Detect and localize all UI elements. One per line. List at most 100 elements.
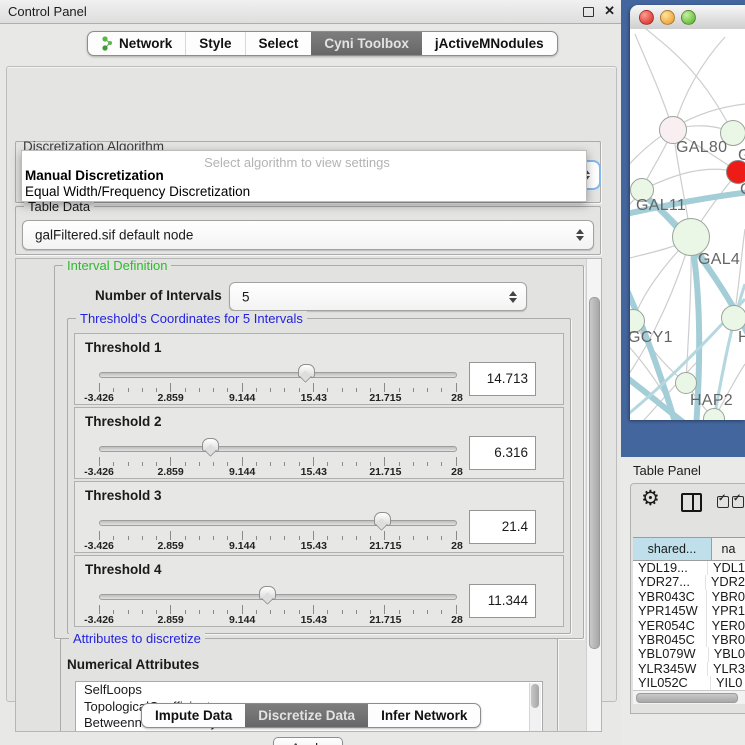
tick-mark <box>170 383 171 392</box>
slider-thumb[interactable] <box>259 586 276 600</box>
tab-impute-data[interactable]: Impute Data <box>142 704 245 727</box>
network-canvas[interactable]: GAL80 GA C GAL11 GAL4 GCY1 H HAP2 <box>630 29 745 420</box>
zoom-traffic-light-icon[interactable] <box>681 10 696 25</box>
slider-track[interactable] <box>99 446 457 452</box>
table-data-combobox[interactable]: galFiltered.sif default node <box>22 220 594 250</box>
tab-select[interactable]: Select <box>245 32 312 55</box>
option-equal-width-frequency[interactable]: Equal Width/Frequency Discretization <box>25 184 250 199</box>
minimize-traffic-light-icon[interactable] <box>660 10 675 25</box>
slider-ticks <box>99 457 457 466</box>
scrollbar-thumb[interactable] <box>636 693 738 703</box>
network-node[interactable] <box>721 305 745 331</box>
interval-definition-section: Interval Definition Number of Intervals … <box>54 265 584 639</box>
tick-mark <box>170 605 171 614</box>
tick-mark <box>384 457 385 466</box>
network-window: GAL80 GA C GAL11 GAL4 GCY1 H HAP2 <box>630 5 745 420</box>
node-label: GAL4 <box>698 251 740 269</box>
table-header: shared... na <box>633 538 745 561</box>
threshold-panel-1: Threshold 1 -3.4262.8599.14415.4321.7152… <box>74 333 564 405</box>
threshold-slider[interactable]: -3.4262.8599.14415.4321.71528 <box>99 516 457 550</box>
table-panel: Table Panel ⚙ shared... na YDL19...YDL1 … <box>621 457 745 745</box>
tick-mark <box>242 383 243 392</box>
slider-track[interactable] <box>99 372 457 378</box>
split-columns-icon[interactable] <box>681 493 702 512</box>
tab-infer-network[interactable]: Infer Network <box>368 704 480 727</box>
table-row[interactable]: YBR043CYBR0 <box>633 590 745 604</box>
gear-icon[interactable]: ⚙ <box>641 486 660 511</box>
scrollbar-thumb[interactable] <box>589 297 600 649</box>
table-row[interactable]: YER054CYER0 <box>633 619 745 633</box>
tick-mark <box>99 457 100 466</box>
network-window-titlebar[interactable] <box>630 5 745 30</box>
list-item[interactable]: SelfLoops <box>76 682 542 699</box>
tick-mark <box>313 383 314 392</box>
threshold-slider[interactable]: -3.4262.8599.14415.4321.71528 <box>99 442 457 476</box>
number-of-intervals-value: 5 <box>242 289 250 304</box>
algorithm-dropdown-popup: Select algorithm to view settings Manual… <box>21 150 587 202</box>
table-row[interactable]: YDR27...YDR2 <box>633 575 745 589</box>
threshold-label: Threshold 3 <box>85 488 162 503</box>
threshold-label: Threshold 2 <box>85 414 162 429</box>
slider-thumb[interactable] <box>298 364 315 378</box>
threshold-value-field[interactable]: 14.713 <box>469 362 536 396</box>
number-of-intervals-combobox[interactable]: 5 <box>229 282 527 311</box>
slider-ticks <box>99 383 457 392</box>
table-row[interactable]: YDL19...YDL1 <box>633 561 745 575</box>
threshold-slider[interactable]: -3.4262.8599.14415.4321.71528 <box>99 590 457 624</box>
panel-scrollbar[interactable] <box>586 259 601 731</box>
table-panel-box: ⚙ shared... na YDL19...YDL1 YDR27...YDR2… <box>630 483 745 714</box>
threshold-slider[interactable]: -3.4262.8599.14415.4321.71528 <box>99 368 457 402</box>
float-icon[interactable] <box>583 7 594 17</box>
tick-mark <box>99 383 100 392</box>
option-manual-discretization[interactable]: Manual Discretization <box>25 168 164 183</box>
thresholds-section-title: Threshold's Coordinates for 5 Intervals <box>76 311 307 326</box>
slider-scale: -3.4262.8599.14415.4321.71528 <box>99 466 457 478</box>
tab-cyni-toolbox[interactable]: Cyni Toolbox <box>311 32 422 55</box>
node-table: shared... na YDL19...YDL1 YDR27...YDR2 Y… <box>633 537 745 690</box>
checkbox-icon[interactable] <box>717 496 729 508</box>
settings-scroll-panel: Interval Definition Number of Intervals … <box>15 258 602 732</box>
apply-button[interactable]: Apply <box>273 737 343 745</box>
node-label: GAL80 <box>676 139 727 157</box>
tab-network[interactable]: Network <box>88 32 185 55</box>
slider-thumb[interactable] <box>374 512 391 526</box>
table-row[interactable]: YLR345WYLR3 <box>633 662 745 676</box>
tick-mark <box>456 531 457 540</box>
slider-scale: -3.4262.8599.14415.4321.71528 <box>99 614 457 626</box>
close-traffic-light-icon[interactable] <box>639 10 654 25</box>
table-row[interactable]: YBL079WYBL0 <box>633 647 745 661</box>
bottom-tab-bar: Impute Data Discretize Data Infer Networ… <box>141 703 481 728</box>
node-label: GAL11 <box>636 197 686 215</box>
table-horizontal-scrollbar[interactable] <box>633 690 745 704</box>
close-icon[interactable]: ✕ <box>604 3 615 19</box>
combo-arrows-icon <box>576 229 584 241</box>
table-row[interactable]: YPR145WYPR1 <box>633 604 745 618</box>
slider-thumb[interactable] <box>202 438 219 452</box>
list-scrollbar[interactable] <box>529 683 541 732</box>
table-row[interactable]: YBR045CYBR0 <box>633 633 745 647</box>
slider-track[interactable] <box>99 594 457 600</box>
table-data-value: galFiltered.sif default node <box>35 228 193 243</box>
network-node[interactable] <box>675 372 697 394</box>
slider-scale: -3.4262.8599.14415.4321.71528 <box>99 540 457 552</box>
tick-mark <box>384 531 385 540</box>
node-label: GCY1 <box>630 329 673 347</box>
tab-discretize-data[interactable]: Discretize Data <box>245 704 368 727</box>
tick-mark <box>456 457 457 466</box>
tick-mark <box>242 457 243 466</box>
threshold-value-field[interactable]: 6.316 <box>469 436 536 470</box>
checkbox-icon[interactable] <box>732 496 744 508</box>
threshold-value-field[interactable]: 11.344 <box>469 584 536 618</box>
tick-mark <box>456 605 457 614</box>
node-label: H <box>738 329 745 347</box>
threshold-value-field[interactable]: 21.4 <box>469 510 536 544</box>
tab-jactivemnodules[interactable]: jActiveMNodules <box>422 32 557 55</box>
threshold-label: Threshold 4 <box>85 562 162 577</box>
column-header-name[interactable]: na <box>712 538 745 560</box>
tick-mark <box>99 605 100 614</box>
slider-track[interactable] <box>99 520 457 526</box>
column-header-shared-name[interactable]: shared... <box>633 538 712 560</box>
table-row[interactable]: YIL052CYIL0 <box>633 676 745 690</box>
tick-mark <box>313 457 314 466</box>
tab-style[interactable]: Style <box>185 32 244 55</box>
